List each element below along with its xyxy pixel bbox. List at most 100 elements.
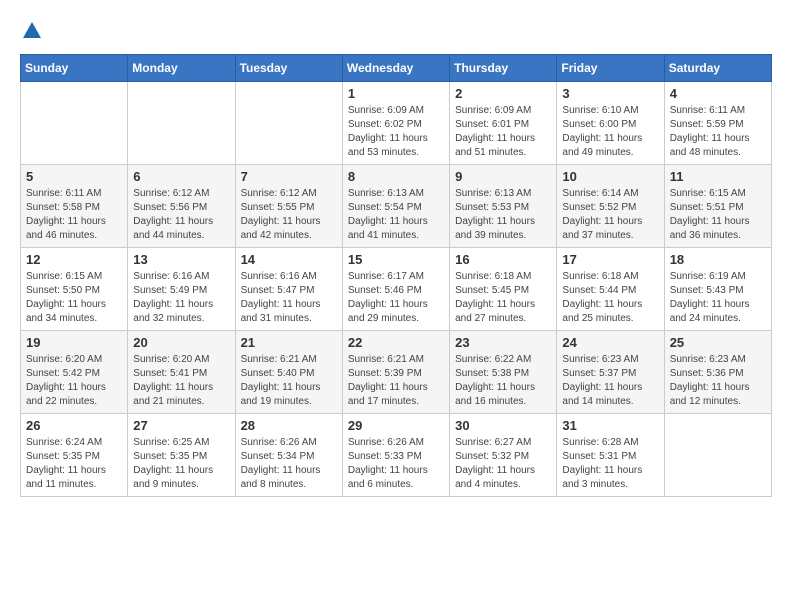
day-number: 24 [562, 335, 658, 350]
calendar-cell: 17 Sunrise: 6:18 AMSunset: 5:44 PMDayligh… [557, 248, 664, 331]
day-info: Sunrise: 6:15 AMSunset: 5:51 PMDaylight:… [670, 187, 766, 243]
day-number: 15 [348, 252, 444, 267]
calendar-cell [21, 82, 128, 165]
calendar-cell: 30 Sunrise: 6:27 AMSunset: 5:32 PMDayligh… [450, 414, 557, 497]
day-of-week-header: Thursday [450, 55, 557, 82]
calendar-cell: 5Sunrise: 6:11 AMSunset: 5:58 PMDaylight… [21, 165, 128, 248]
calendar-cell: 24 Sunrise: 6:23 AMSunset: 5:37 PMDayligh… [557, 331, 664, 414]
calendar-cell: 29 Sunrise: 6:26 AMSunset: 5:33 PMDayligh… [342, 414, 449, 497]
calendar-cell: 12Sunrise: 6:15 AMSunset: 5:50 PMDayligh… [21, 248, 128, 331]
logo [20, 20, 44, 38]
calendar-cell: 26 Sunrise: 6:24 AMSunset: 5:35 PMDayligh… [21, 414, 128, 497]
day-number: 8 [348, 169, 444, 184]
calendar-cell: 9Sunrise: 6:13 AMSunset: 5:53 PMDaylight… [450, 165, 557, 248]
calendar-cell: 23 Sunrise: 6:22 AMSunset: 5:38 PMDayligh… [450, 331, 557, 414]
day-info: Sunrise: 6:16 AMSunset: 5:49 PMDaylight:… [133, 270, 229, 326]
calendar-cell: 8 Sunrise: 6:13 AMSunset: 5:54 PMDaylight… [342, 165, 449, 248]
day-number: 25 [670, 335, 766, 350]
day-info: Sunrise: 6:09 AMSunset: 6:01 PMDaylight:… [455, 104, 551, 160]
calendar-cell: 18 Sunrise: 6:19 AMSunset: 5:43 PMDayligh… [664, 248, 771, 331]
day-info: Sunrise: 6:12 AMSunset: 5:55 PMDaylight:… [241, 187, 337, 243]
day-info: Sunrise: 6:23 AMSunset: 5:36 PMDaylight:… [670, 353, 766, 409]
calendar-cell: 1Sunrise: 6:09 AMSunset: 6:02 PMDaylight… [342, 82, 449, 165]
day-number: 28 [241, 418, 337, 433]
day-number: 4 [670, 86, 766, 101]
calendar-cell: 3Sunrise: 6:10 AMSunset: 6:00 PMDaylight… [557, 82, 664, 165]
day-of-week-header: Sunday [21, 55, 128, 82]
day-number: 20 [133, 335, 229, 350]
calendar-cell: 2 Sunrise: 6:09 AMSunset: 6:01 PMDaylight… [450, 82, 557, 165]
day-number: 30 [455, 418, 551, 433]
calendar-cell: 27 Sunrise: 6:25 AMSunset: 5:35 PMDayligh… [128, 414, 235, 497]
day-info: Sunrise: 6:16 AMSunset: 5:47 PMDaylight:… [241, 270, 337, 326]
day-of-week-header: Saturday [664, 55, 771, 82]
day-info: Sunrise: 6:19 AMSunset: 5:43 PMDaylight:… [670, 270, 766, 326]
day-number: 17 [562, 252, 658, 267]
day-number: 7 [241, 169, 337, 184]
calendar-cell: 4 Sunrise: 6:11 AMSunset: 5:59 PMDaylight… [664, 82, 771, 165]
day-info: Sunrise: 6:17 AMSunset: 5:46 PMDaylight:… [348, 270, 444, 326]
calendar-week-row: 12Sunrise: 6:15 AMSunset: 5:50 PMDayligh… [21, 248, 772, 331]
day-number: 3 [562, 86, 658, 101]
day-info: Sunrise: 6:24 AMSunset: 5:35 PMDaylight:… [26, 436, 122, 492]
day-number: 14 [241, 252, 337, 267]
calendar-cell: 11 Sunrise: 6:15 AMSunset: 5:51 PMDayligh… [664, 165, 771, 248]
day-number: 16 [455, 252, 551, 267]
calendar-cell: 31Sunrise: 6:28 AMSunset: 5:31 PMDayligh… [557, 414, 664, 497]
day-info: Sunrise: 6:18 AMSunset: 5:44 PMDaylight:… [562, 270, 658, 326]
day-number: 23 [455, 335, 551, 350]
calendar-header-row: SundayMondayTuesdayWednesdayThursdayFrid… [21, 55, 772, 82]
day-number: 22 [348, 335, 444, 350]
page-header [20, 20, 772, 38]
day-number: 10 [562, 169, 658, 184]
day-number: 19 [26, 335, 122, 350]
day-info: Sunrise: 6:12 AMSunset: 5:56 PMDaylight:… [133, 187, 229, 243]
calendar-cell: 22 Sunrise: 6:21 AMSunset: 5:39 PMDayligh… [342, 331, 449, 414]
calendar-cell: 15 Sunrise: 6:17 AMSunset: 5:46 PMDayligh… [342, 248, 449, 331]
day-of-week-header: Monday [128, 55, 235, 82]
calendar-cell: 6Sunrise: 6:12 AMSunset: 5:56 PMDaylight… [128, 165, 235, 248]
day-info: Sunrise: 6:18 AMSunset: 5:45 PMDaylight:… [455, 270, 551, 326]
day-info: Sunrise: 6:20 AMSunset: 5:41 PMDaylight:… [133, 353, 229, 409]
day-info: Sunrise: 6:26 AMSunset: 5:33 PMDaylight:… [348, 436, 444, 492]
calendar-cell [128, 82, 235, 165]
calendar-week-row: 1Sunrise: 6:09 AMSunset: 6:02 PMDaylight… [21, 82, 772, 165]
day-info: Sunrise: 6:13 AMSunset: 5:53 PMDaylight:… [455, 187, 551, 243]
calendar-cell: 21 Sunrise: 6:21 AMSunset: 5:40 PMDayligh… [235, 331, 342, 414]
day-number: 11 [670, 169, 766, 184]
day-of-week-header: Wednesday [342, 55, 449, 82]
day-info: Sunrise: 6:15 AMSunset: 5:50 PMDaylight:… [26, 270, 122, 326]
day-info: Sunrise: 6:20 AMSunset: 5:42 PMDaylight:… [26, 353, 122, 409]
day-number: 13 [133, 252, 229, 267]
calendar-cell: 13 Sunrise: 6:16 AMSunset: 5:49 PMDayligh… [128, 248, 235, 331]
calendar-cell: 28 Sunrise: 6:26 AMSunset: 5:34 PMDayligh… [235, 414, 342, 497]
calendar-cell: 20 Sunrise: 6:20 AMSunset: 5:41 PMDayligh… [128, 331, 235, 414]
calendar-cell: 10Sunrise: 6:14 AMSunset: 5:52 PMDayligh… [557, 165, 664, 248]
calendar-week-row: 5Sunrise: 6:11 AMSunset: 5:58 PMDaylight… [21, 165, 772, 248]
day-number: 27 [133, 418, 229, 433]
day-number: 29 [348, 418, 444, 433]
day-of-week-header: Friday [557, 55, 664, 82]
day-number: 1 [348, 86, 444, 101]
day-info: Sunrise: 6:21 AMSunset: 5:40 PMDaylight:… [241, 353, 337, 409]
calendar-cell: 7 Sunrise: 6:12 AMSunset: 5:55 PMDaylight… [235, 165, 342, 248]
day-info: Sunrise: 6:13 AMSunset: 5:54 PMDaylight:… [348, 187, 444, 243]
day-number: 21 [241, 335, 337, 350]
day-info: Sunrise: 6:21 AMSunset: 5:39 PMDaylight:… [348, 353, 444, 409]
day-info: Sunrise: 6:27 AMSunset: 5:32 PMDaylight:… [455, 436, 551, 492]
day-info: Sunrise: 6:28 AMSunset: 5:31 PMDaylight:… [562, 436, 658, 492]
calendar-cell [235, 82, 342, 165]
calendar-cell: 19 Sunrise: 6:20 AMSunset: 5:42 PMDayligh… [21, 331, 128, 414]
day-info: Sunrise: 6:26 AMSunset: 5:34 PMDaylight:… [241, 436, 337, 492]
calendar-cell: 14 Sunrise: 6:16 AMSunset: 5:47 PMDayligh… [235, 248, 342, 331]
calendar-week-row: 19 Sunrise: 6:20 AMSunset: 5:42 PMDayligh… [21, 331, 772, 414]
day-number: 2 [455, 86, 551, 101]
calendar-cell: 25 Sunrise: 6:23 AMSunset: 5:36 PMDayligh… [664, 331, 771, 414]
day-number: 18 [670, 252, 766, 267]
day-info: Sunrise: 6:25 AMSunset: 5:35 PMDaylight:… [133, 436, 229, 492]
calendar-cell [664, 414, 771, 497]
day-info: Sunrise: 6:11 AMSunset: 5:59 PMDaylight:… [670, 104, 766, 160]
day-info: Sunrise: 6:23 AMSunset: 5:37 PMDaylight:… [562, 353, 658, 409]
day-info: Sunrise: 6:22 AMSunset: 5:38 PMDaylight:… [455, 353, 551, 409]
day-number: 26 [26, 418, 122, 433]
